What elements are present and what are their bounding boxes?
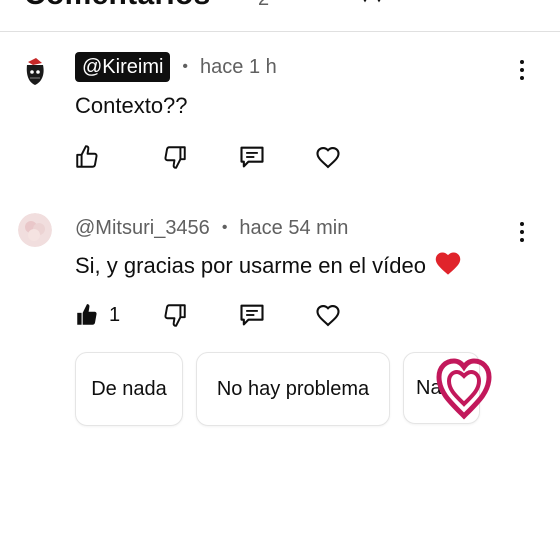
like-count: 1 <box>109 303 121 326</box>
thumbs-up-icon[interactable] <box>73 143 101 171</box>
comment-author[interactable]: @Mitsuri_3456 <box>75 215 210 241</box>
comment-body: Si, y gracias por usarme en el vídeo <box>75 250 462 281</box>
avatar[interactable] <box>18 213 52 247</box>
more-vert-icon[interactable] <box>510 58 534 82</box>
meta-separator: • <box>221 219 228 236</box>
sort-icon[interactable] <box>355 0 389 12</box>
heart-icon[interactable] <box>314 301 342 329</box>
comment-text: Si, y gracias por usarme en el vídeo <box>75 252 426 278</box>
suggested-reply-chip[interactable]: De nada <box>75 352 183 426</box>
reply-bubble-icon[interactable] <box>238 301 266 329</box>
heart-icon[interactable] <box>314 143 342 171</box>
comment-time: hace 1 h <box>200 55 277 78</box>
panel-title: Comentarios <box>24 0 211 12</box>
heart-sticker-icon <box>436 358 492 420</box>
more-vert-icon[interactable] <box>510 220 534 244</box>
comment-author[interactable]: @Kireimi <box>75 52 171 82</box>
heart-emoji-icon <box>434 250 462 281</box>
thumbs-down-icon[interactable] <box>161 301 189 329</box>
suggested-reply-chip[interactable]: No hay problema <box>196 352 390 426</box>
comment-meta: @Mitsuri_3456 • hace 54 min <box>75 215 348 241</box>
comment-text: Contexto?? <box>75 93 188 118</box>
comment-time: hace 54 min <box>239 216 349 239</box>
filter-icon[interactable] <box>430 0 464 12</box>
meta-separator: • <box>182 58 189 75</box>
header-divider <box>0 31 560 32</box>
avatar[interactable] <box>18 54 52 88</box>
like-group[interactable]: 1 <box>73 301 120 329</box>
thumbs-up-icon[interactable] <box>73 301 101 329</box>
close-icon[interactable] <box>510 0 536 12</box>
thumbs-down-icon[interactable] <box>161 143 189 171</box>
comment-meta: @Kireimi • hace 1 h <box>75 52 277 82</box>
reply-bubble-icon[interactable] <box>238 143 266 171</box>
comment-count: 2 <box>258 0 269 11</box>
